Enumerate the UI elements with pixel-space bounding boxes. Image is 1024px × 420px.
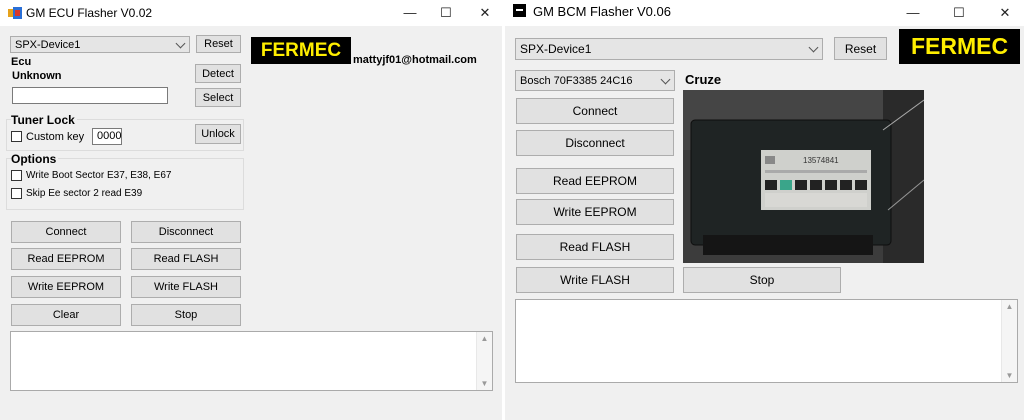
stop-button[interactable]: Stop xyxy=(131,304,241,326)
key-input-value: 0000 xyxy=(97,130,122,142)
detect-button[interactable]: Detect xyxy=(195,64,241,83)
chevron-down-icon xyxy=(175,38,186,48)
ecu-flasher-window: GM ECU Flasher V0.02 — ☐ ✕ SPX-Device1 R… xyxy=(0,0,502,420)
module-photo: 13574841 xyxy=(683,90,924,263)
write-eeprom-button[interactable]: Write EEPROM xyxy=(11,276,121,298)
module-select[interactable]: Bosch 70F3385 24C16 xyxy=(515,70,675,91)
app-icon xyxy=(513,4,526,17)
read-flash-button[interactable]: Read FLASH xyxy=(516,234,674,260)
close-icon[interactable]: ✕ xyxy=(473,4,497,22)
reset-button[interactable]: Reset xyxy=(834,37,887,60)
car-label: Cruze xyxy=(685,72,722,87)
options-title: Options xyxy=(11,152,59,166)
skip-ee-sector-checkbox[interactable] xyxy=(11,188,22,199)
scroll-down-icon[interactable]: ▼ xyxy=(1002,371,1017,380)
scroll-up-icon[interactable]: ▲ xyxy=(477,334,492,343)
bcm-module-image: 13574841 xyxy=(683,90,924,263)
maximize-icon[interactable]: ☐ xyxy=(947,4,971,22)
skip-ee-sector-label: Skip Ee sector 2 read E39 xyxy=(26,188,143,199)
read-flash-button[interactable]: Read FLASH xyxy=(131,248,241,270)
device-select[interactable]: SPX-Device1 xyxy=(10,36,190,53)
device-select-value: SPX-Device1 xyxy=(15,38,81,51)
scrollbar[interactable]: ▲ ▼ xyxy=(476,332,492,390)
write-boot-sector-label: Write Boot Sector E37, E38, E67 xyxy=(26,170,172,181)
window-title: GM BCM Flasher V0.06 xyxy=(533,4,671,19)
select-button[interactable]: Select xyxy=(195,88,241,107)
disconnect-button[interactable]: Disconnect xyxy=(131,221,241,243)
title-bar[interactable]: GM ECU Flasher V0.02 — ☐ ✕ xyxy=(0,0,502,26)
chevron-down-icon xyxy=(808,42,819,53)
write-boot-sector-checkbox[interactable] xyxy=(11,170,22,181)
logo-text: FERMEC xyxy=(260,39,342,61)
read-eeprom-button[interactable]: Read EEPROM xyxy=(516,168,674,194)
connect-button[interactable]: Connect xyxy=(11,221,121,243)
title-bar[interactable]: GM BCM Flasher V0.06 — ☐ ✕ xyxy=(505,0,1024,26)
scrollbar[interactable]: ▲ ▼ xyxy=(1001,300,1017,382)
minimize-icon[interactable]: — xyxy=(398,4,422,22)
disconnect-button[interactable]: Disconnect xyxy=(516,130,674,156)
scroll-down-icon[interactable]: ▼ xyxy=(477,379,492,388)
tuner-lock-title: Tuner Lock xyxy=(11,113,77,127)
write-eeprom-button[interactable]: Write EEPROM xyxy=(516,199,674,225)
custom-key-label: Custom key xyxy=(26,131,85,143)
module-select-value: Bosch 70F3385 24C16 xyxy=(520,74,633,87)
window-title: GM ECU Flasher V0.02 xyxy=(26,6,153,20)
write-flash-button[interactable]: Write FLASH xyxy=(131,276,241,298)
maximize-icon[interactable]: ☐ xyxy=(434,4,458,22)
bcm-flasher-window: GM BCM Flasher V0.06 — ☐ ✕ SPX-Device1 R… xyxy=(505,0,1024,420)
custom-key-checkbox[interactable] xyxy=(11,131,22,142)
log-textarea[interactable]: ▲ ▼ xyxy=(10,331,493,391)
ecu-heading: Ecu xyxy=(11,56,32,68)
fermec-logo: FERMEC xyxy=(251,37,351,64)
scroll-up-icon[interactable]: ▲ xyxy=(1002,302,1017,311)
device-select[interactable]: SPX-Device1 xyxy=(515,38,823,60)
clear-button[interactable]: Clear xyxy=(11,304,121,326)
stop-button[interactable]: Stop xyxy=(683,267,841,293)
device-select-value: SPX-Device1 xyxy=(520,42,592,56)
app-icon xyxy=(8,7,22,19)
minimize-icon[interactable]: — xyxy=(901,4,925,22)
key-input[interactable]: 0000 xyxy=(92,128,122,145)
log-textarea[interactable]: ▲ ▼ xyxy=(515,299,1018,383)
close-icon[interactable]: ✕ xyxy=(993,4,1017,22)
ecu-input[interactable] xyxy=(12,87,168,104)
part-number: 13574841 xyxy=(803,156,839,165)
read-eeprom-button[interactable]: Read EEPROM xyxy=(11,248,121,270)
ecu-name: Unknown xyxy=(12,70,62,82)
connect-button[interactable]: Connect xyxy=(516,98,674,124)
email-label: mattyjf01@hotmail.com xyxy=(353,54,477,66)
reset-button[interactable]: Reset xyxy=(196,35,241,53)
chevron-down-icon xyxy=(660,74,671,84)
write-flash-button[interactable]: Write FLASH xyxy=(516,267,674,293)
fermec-logo: FERMEC xyxy=(899,29,1020,64)
unlock-button[interactable]: Unlock xyxy=(195,124,241,144)
logo-text: FERMEC xyxy=(910,33,1009,59)
